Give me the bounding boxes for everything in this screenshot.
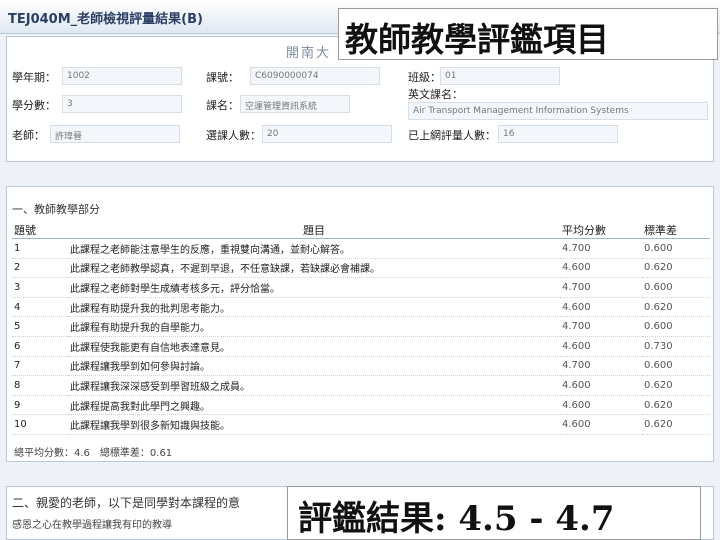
table-row: 8 此課程讓我深深感受到學習班級之成員。 4.600 0.620 (12, 375, 710, 396)
row-avg: 4.600 (560, 336, 642, 357)
row-item: 此課程讓我深深感受到學習班級之成員。 (68, 375, 560, 396)
column-header-item: 題目 (68, 222, 560, 239)
row-avg: 4.700 (560, 277, 642, 298)
row-avg: 4.700 (560, 238, 642, 259)
credits-label: 學分數： (12, 99, 56, 112)
course-code-label: 課號： (206, 71, 239, 84)
field-row-3: 老師： 許瑋晉 選課人數： 20 已上網評量人數： 16 (10, 122, 710, 148)
row-avg: 4.600 (560, 258, 642, 279)
row-std: 0.730 (642, 336, 710, 357)
row-no: 9 (12, 395, 68, 416)
row-no: 4 (12, 297, 68, 318)
evaluated-label: 已上網評量人數： (408, 129, 496, 142)
table-row: 7 此課程讓我學到如何參與討論。 4.700 0.600 (12, 356, 710, 377)
row-no: 3 (12, 277, 68, 298)
row-avg: 4.600 (560, 297, 642, 318)
english-name-field: Air Transport Management Information Sys… (408, 102, 708, 120)
teacher-field: 許瑋晉 (50, 125, 180, 143)
table-header-row: 題號 題目 平均分數 標準差 (12, 222, 710, 239)
teacher-label: 老師： (12, 129, 45, 142)
row-std: 0.620 (642, 395, 710, 416)
column-header-std: 標準差 (642, 222, 710, 239)
class-field: 01 (440, 67, 560, 85)
course-name-label: 課名： (206, 99, 239, 112)
overall-summary: 總平均分數：4.6 總標準差：0.61 (14, 448, 173, 459)
column-header-avg: 平均分數 (560, 222, 642, 239)
row-avg: 4.700 (560, 316, 642, 337)
enrolled-label: 選課人數： (206, 129, 261, 142)
class-label: 班級： (408, 71, 441, 84)
field-row-1: 學年期： 1002 課號： C6090000074 班級： 01 (10, 64, 710, 90)
row-item: 此課程讓我學到很多新知識與技能。 (68, 414, 560, 435)
row-item: 此課程讓我學到如何參與討論。 (68, 356, 560, 377)
semester-field: 1002 (62, 67, 182, 85)
row-no: 10 (12, 414, 68, 435)
course-name-field: 空運管理資訊系統 (240, 95, 350, 113)
table-row: 5 此課程有助提升我的自學能力。 4.700 0.600 (12, 316, 710, 337)
section2-subtitle: 感恩之心在教學過程讓我有印的教導 (12, 520, 172, 531)
row-std: 0.600 (642, 277, 710, 298)
table-row: 4 此課程有助提升我的批判思考能力。 4.600 0.620 (12, 297, 710, 318)
field-row-2: 學分數： 3 課名： 空運管理資訊系統 英文課名： Air Transport … (10, 88, 710, 120)
row-std: 0.620 (642, 297, 710, 318)
row-no: 8 (12, 375, 68, 396)
row-no: 1 (12, 238, 68, 259)
table-row: 9 此課程提高我對此學門之興趣。 4.600 0.620 (12, 395, 710, 416)
row-std: 0.600 (642, 356, 710, 377)
row-no: 6 (12, 336, 68, 357)
result-caption-overlay: 評鑑結果: 4.5 - 4.7 (287, 486, 701, 540)
slide-title-overlay: 教師教學評鑑項目 (338, 8, 718, 60)
row-item: 此課程提高我對此學門之興趣。 (68, 395, 560, 416)
row-no: 5 (12, 316, 68, 337)
semester-label: 學年期： (12, 71, 56, 84)
table-row: 2 此課程之老師教學認真，不遲到早退，不任意缺課，若缺課必會補課。 4.600 0.6… (12, 258, 710, 279)
table-row: 1 此課程之老師能注意學生的反應，重視雙向溝通，並耐心解答。 4.700 0.600 (12, 238, 710, 259)
section1-title: 一、教師教學部分 (12, 203, 100, 216)
row-no: 2 (12, 258, 68, 279)
table-row: 3 此課程之老師對學生成績考核多元，評分恰當。 4.700 0.600 (12, 277, 710, 298)
row-item: 此課程之老師教學認真，不遲到早退，不任意缺課，若缺課必會補課。 (68, 258, 560, 279)
row-std: 0.620 (642, 375, 710, 396)
course-panel-header: 開南大 (286, 46, 332, 61)
row-item: 此課程之老師能注意學生的反應，重視雙向溝通，並耐心解答。 (68, 238, 560, 259)
table-row: 6 此課程使我能更有自信地表達意見。 4.600 0.730 (12, 336, 710, 357)
column-header-no: 題號 (12, 222, 68, 239)
row-item: 此課程使我能更有自信地表達意見。 (68, 336, 560, 357)
enrolled-field: 20 (262, 125, 392, 143)
section2-title: 二、親愛的老師，以下是同學對本課程的意 (12, 496, 241, 510)
row-avg: 4.700 (560, 356, 642, 377)
row-avg: 4.600 (560, 414, 642, 435)
row-std: 0.620 (642, 414, 710, 435)
row-std: 0.600 (642, 316, 710, 337)
evaluated-field: 16 (498, 125, 618, 143)
evaluation-table: 題號 題目 平均分數 標準差 1 此課程之老師能注意學生的反應，重視雙向溝通，並耐… (12, 222, 710, 435)
app-title: TEJ040M_老師檢視評量結果(B) (8, 12, 203, 27)
row-item: 此課程有助提升我的自學能力。 (68, 316, 560, 337)
row-std: 0.620 (642, 258, 710, 279)
credits-field: 3 (62, 95, 182, 113)
course-code-field: C6090000074 (250, 67, 380, 85)
row-no: 7 (12, 356, 68, 377)
row-item: 此課程之老師對學生成績考核多元，評分恰當。 (68, 277, 560, 298)
row-avg: 4.600 (560, 375, 642, 396)
table-row: 10 此課程讓我學到很多新知識與技能。 4.600 0.620 (12, 414, 710, 435)
row-std: 0.600 (642, 238, 710, 259)
row-item: 此課程有助提升我的批判思考能力。 (68, 297, 560, 318)
row-avg: 4.600 (560, 395, 642, 416)
english-name-label: 英文課名： (408, 88, 463, 101)
